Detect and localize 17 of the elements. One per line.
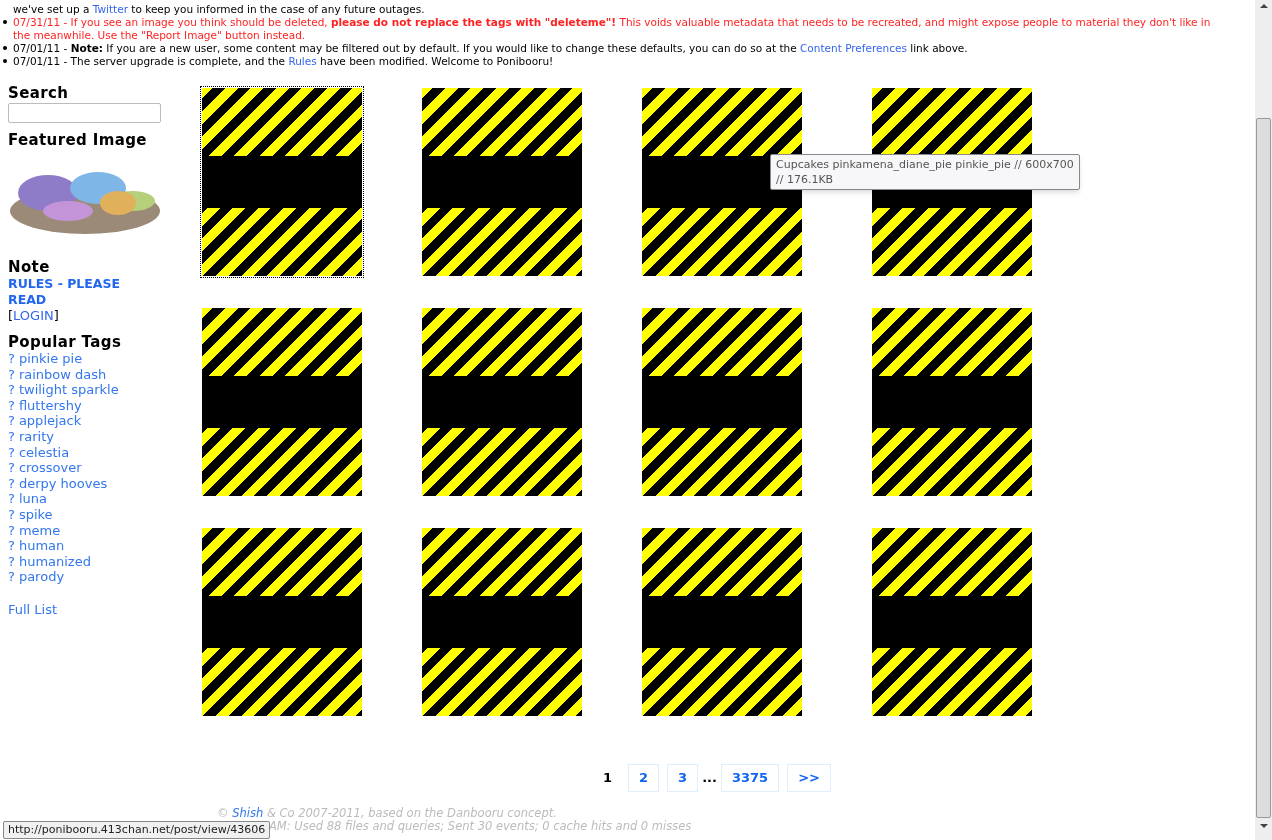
section-heading: Popular Tags xyxy=(8,333,123,351)
news-item: we've set up a Twitter to keep you informed in the case of any future outages. xyxy=(13,3,425,16)
news-item: 07/01/11 - The server upgrade is complete, and the Rules have been modified. Welcome to Ponibooru! xyxy=(13,55,554,68)
news-item: 07/01/11 - Note: If you are a new user, some content may be filtered out by default. If you would like to change these defaults, you can do so at the Content Preferences link above. xyxy=(13,42,968,55)
status-url: http://ponibooru.413chan.net/post/view/43606 xyxy=(3,821,271,839)
ellipsis-text: ... xyxy=(702,769,717,787)
footer-text: AM: Used 88 files and queries; Sent 30 events; 0 cache hits and 0 misses xyxy=(269,819,693,833)
section-heading: Note xyxy=(8,258,51,276)
bracket-text: ] xyxy=(53,308,59,323)
tooltip-text: // 176.1KB xyxy=(776,172,835,187)
bracket-text: [ xyxy=(8,308,14,323)
current-page: 1 xyxy=(602,769,614,787)
news-item: 07/31/11 - If you see an image you think should be deleted, please do not replace the tags with "deleteme"! This voids valuable metadata that needs to be recreated, and might expose people to material they don't like in the meanwhile. Use the "Report Image" button instead. xyxy=(13,16,1212,42)
section-heading: Featured Image xyxy=(8,131,148,149)
tooltip-text: Cupcakes pinkamena_diane_pie pinkie_pie // 600x700 xyxy=(776,157,1074,172)
footer-text: © Shish & Co 2007-2011, based on the Danbooru concept. xyxy=(217,806,558,820)
section-heading: Search xyxy=(8,84,70,102)
